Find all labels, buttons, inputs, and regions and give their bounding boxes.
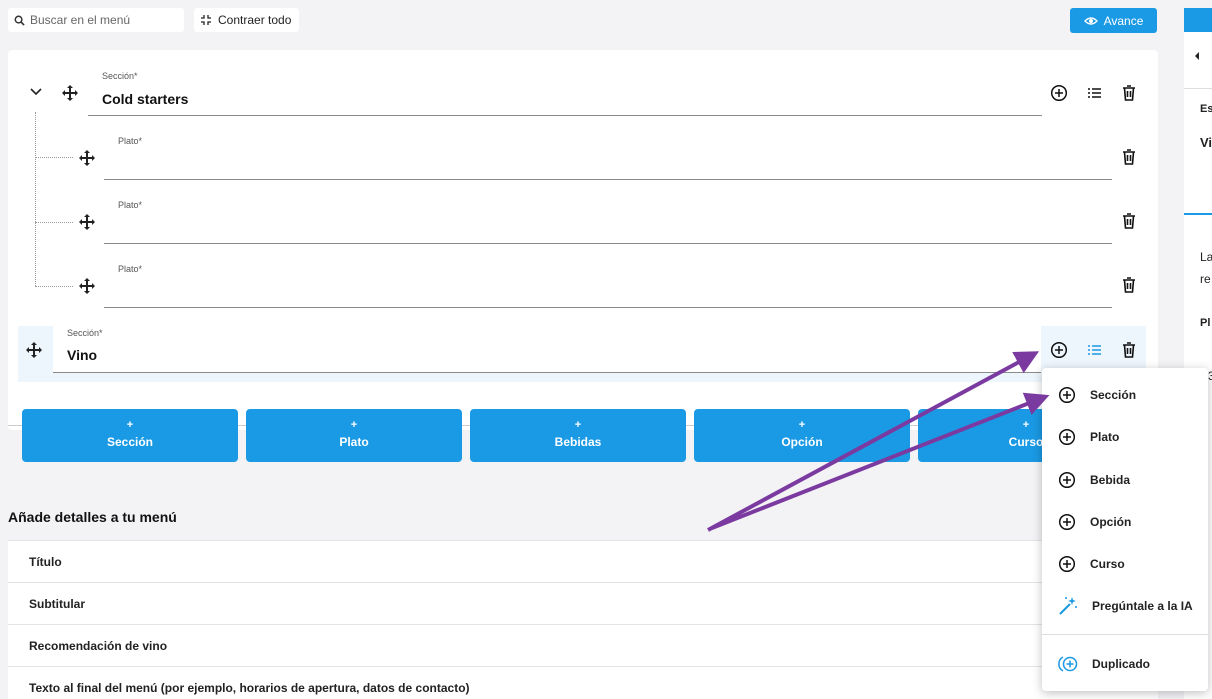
collapse-all-button[interactable]: Contraer todo <box>194 8 300 32</box>
detail-row-title[interactable]: Título <box>8 540 1158 582</box>
trash-icon[interactable] <box>1120 212 1138 230</box>
search-placeholder: Buscar en el menú <box>30 13 131 27</box>
section-name-input[interactable]: Vino <box>67 347 97 363</box>
drag-handle-icon[interactable] <box>79 150 95 166</box>
drag-handle-icon[interactable] <box>79 214 95 230</box>
dropdown-item-section[interactable]: Sección <box>1042 378 1208 412</box>
dropdown-item-dish[interactable]: Plato <box>1042 420 1208 454</box>
add-section-button[interactable]: + Sección <box>22 409 238 462</box>
dish-field-label: Plato* <box>118 136 143 146</box>
divider <box>1184 213 1212 215</box>
dropdown-item-label: Opción <box>1090 515 1132 529</box>
list-icon[interactable] <box>1086 84 1104 102</box>
add-option-button[interactable]: + Opción <box>694 409 910 462</box>
add-button-label: Plato <box>339 435 369 449</box>
drag-handle-icon[interactable] <box>62 85 78 101</box>
side-text: La <box>1200 250 1212 264</box>
detail-row-wine[interactable]: Recomendación de vino <box>8 624 1158 666</box>
section-field-label: Sección* <box>67 328 103 338</box>
collapse-icon <box>201 15 211 25</box>
dropdown-item-label: Duplicado <box>1092 657 1151 671</box>
detail-row-subtitle[interactable]: Subtitular <box>8 582 1158 624</box>
add-circle-icon <box>1058 471 1076 489</box>
dropdown-item-drink[interactable]: Bebida <box>1042 463 1208 497</box>
section-input-bg <box>53 326 1041 372</box>
add-circle-icon <box>1058 555 1076 573</box>
input-underline <box>88 115 1042 116</box>
dropdown-item-label: Sección <box>1090 388 1137 402</box>
input-underline <box>53 372 1041 373</box>
drag-handle-icon[interactable] <box>26 342 42 358</box>
add-button-label: Opción <box>781 435 823 449</box>
add-circle-icon <box>1058 428 1076 446</box>
dropdown-item-course[interactable]: Curso <box>1042 547 1208 581</box>
add-circle-icon <box>1058 386 1076 404</box>
dropdown-item-duplicate[interactable]: Duplicado <box>1042 647 1208 681</box>
duplicate-icon <box>1058 656 1078 672</box>
add-button-label: Bebidas <box>554 435 602 449</box>
dish-input[interactable] <box>104 179 1112 180</box>
eye-icon <box>1083 16 1098 25</box>
list-icon[interactable] <box>1086 341 1104 359</box>
add-circle-icon[interactable] <box>1050 84 1068 102</box>
dropdown-item-label: Pregúntale a la IA <box>1092 599 1193 613</box>
plus-icon: + <box>126 419 134 431</box>
trash-icon[interactable] <box>1120 341 1138 359</box>
dropdown-item-option[interactable]: Opción <box>1042 505 1208 539</box>
dish-field-label: Plato* <box>118 200 143 210</box>
side-text: Pl <box>1200 317 1211 329</box>
add-circle-icon[interactable] <box>1050 341 1068 359</box>
dropdown-item-label: Curso <box>1090 557 1125 571</box>
chevron-down-icon[interactable] <box>30 88 42 96</box>
side-text: Es <box>1200 103 1212 115</box>
plus-icon: + <box>350 419 358 431</box>
dropdown-item-ask-ai[interactable]: Pregúntale a la IA <box>1042 589 1208 623</box>
add-drinks-button[interactable]: + Bebidas <box>470 409 686 462</box>
add-button-label: Sección <box>106 435 154 449</box>
details-heading: Añade detalles a tu menú <box>8 509 177 525</box>
trash-icon[interactable] <box>1120 148 1138 166</box>
collapse-all-label: Contraer todo <box>218 13 292 27</box>
divider <box>1042 634 1208 635</box>
section-name-input[interactable]: Cold starters <box>102 91 188 107</box>
add-circle-icon <box>1058 513 1076 531</box>
details-list: Título Subtitular Recomendación de vino … <box>8 540 1158 699</box>
tree-connector <box>35 286 73 287</box>
magic-wand-icon <box>1059 597 1077 615</box>
plus-icon: + <box>574 419 582 431</box>
tree-connector <box>35 112 36 286</box>
chevron-left-icon[interactable] <box>1194 52 1200 60</box>
drag-handle-icon[interactable] <box>79 278 95 294</box>
side-text: 3 <box>1208 369 1212 383</box>
side-text: re <box>1200 272 1211 286</box>
trash-icon[interactable] <box>1120 84 1138 102</box>
tree-connector <box>35 222 73 223</box>
tree-connector <box>35 157 73 158</box>
plus-icon: + <box>798 419 806 431</box>
search-icon <box>14 15 25 26</box>
divider <box>1184 88 1212 89</box>
preview-label: Avance <box>1103 13 1144 28</box>
dropdown-item-label: Bebida <box>1090 473 1131 487</box>
search-input[interactable]: Buscar en el menú <box>8 8 184 32</box>
preview-button[interactable]: Avance <box>1070 8 1157 33</box>
dish-input[interactable] <box>104 307 1112 308</box>
dish-field-label: Plato* <box>118 264 143 274</box>
side-panel-header <box>1184 8 1212 32</box>
trash-icon[interactable] <box>1120 276 1138 294</box>
section-field-label: Sección* <box>102 71 138 81</box>
detail-row-footer-text[interactable]: Texto al final del menú (por ejemplo, ho… <box>8 666 1158 699</box>
add-dish-button[interactable]: + Plato <box>246 409 462 462</box>
side-text: Vi <box>1200 135 1212 150</box>
add-dropdown-menu: Sección Plato Bebida Opción Curso Pregún… <box>1042 368 1208 691</box>
dish-input[interactable] <box>104 243 1112 244</box>
dropdown-item-label: Plato <box>1090 430 1120 444</box>
